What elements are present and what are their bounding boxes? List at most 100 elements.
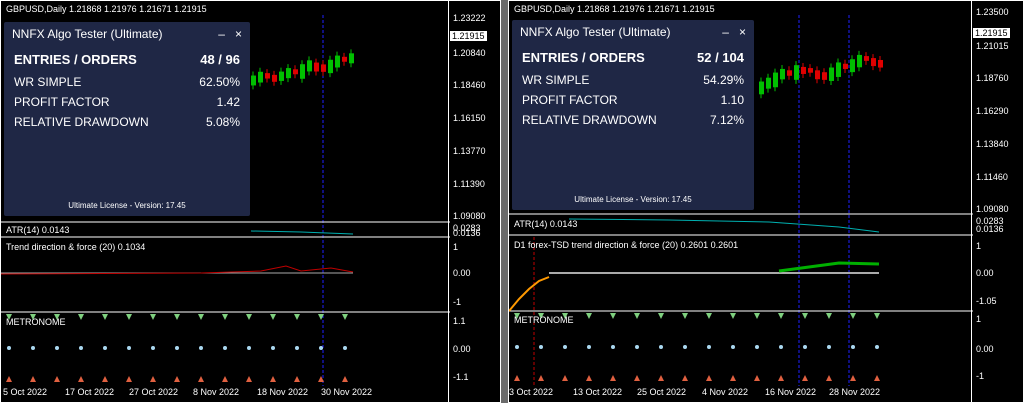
- date-tick: 4 Nov 2022: [702, 387, 749, 397]
- metronome-arrow-up: [198, 376, 204, 382]
- metronome-dot: [343, 346, 347, 350]
- price-tick: 1.09080: [453, 211, 486, 221]
- metronome-dot: [659, 345, 663, 349]
- metronome-dot: [127, 346, 131, 350]
- metronome-dot: [731, 345, 735, 349]
- price-tick: 1.16290: [976, 106, 1009, 116]
- metronome-arrow-down: [342, 314, 348, 320]
- price-tick: 1.18760: [976, 73, 1009, 83]
- candle-body: [335, 55, 340, 68]
- panel-title: NNFX Algo Tester (Ultimate): [12, 27, 163, 41]
- chart-symbol-title: GBPUSD,Daily 1.21868 1.21976 1.21671 1.2…: [6, 4, 207, 14]
- price-tick: 1.23222: [453, 13, 486, 23]
- metronome-dot: [563, 345, 567, 349]
- chart-window-right[interactable]: GBPUSD,Daily 1.21868 1.21976 1.21671 1.2…: [508, 0, 1024, 403]
- metronome-arrow-up: [706, 375, 712, 381]
- price-tick: 1.20840: [453, 48, 486, 58]
- metronome-arrow-down: [102, 314, 108, 320]
- metronome-arrow-up: [682, 375, 688, 381]
- candle-body: [286, 68, 291, 79]
- stat-row-dd: RELATIVE DRAWDOWN 7.12%: [512, 110, 754, 130]
- close-button[interactable]: ×: [235, 27, 242, 41]
- metronome-arrow-up: [802, 375, 808, 381]
- metronome-arrow-up: [610, 375, 616, 381]
- metronome-arrow-up: [126, 376, 132, 382]
- metronome-arrow-down: [730, 313, 736, 319]
- metronome-arrow-down: [126, 314, 132, 320]
- close-button[interactable]: ×: [739, 25, 746, 39]
- stat-label: WR SIMPLE: [522, 73, 590, 87]
- chart-window-left[interactable]: GBPUSD,Daily 1.21868 1.21976 1.21671 1.2…: [0, 0, 501, 403]
- algo-tester-panel[interactable]: NNFX Algo Tester (Ultimate) – × ENTRIES …: [4, 22, 250, 216]
- metronome-arrow-up: [730, 375, 736, 381]
- ind2-tick: 0.00: [976, 268, 994, 278]
- candle-body: [829, 67, 834, 81]
- metronome-dot: [295, 346, 299, 350]
- current-price-badge: 1.21915: [450, 31, 487, 41]
- ind2-tick: 1: [976, 241, 982, 251]
- panel-header[interactable]: NNFX Algo Tester (Ultimate) – ×: [512, 20, 754, 44]
- metronome-arrow-up: [874, 375, 880, 381]
- metronome-tick: -1.1: [453, 372, 469, 382]
- metronome-dot: [803, 345, 807, 349]
- metronome-arrow-down: [658, 313, 664, 319]
- atr-tick: 0.0136: [453, 228, 481, 238]
- metronome-arrow-up: [562, 375, 568, 381]
- date-tick: 25 Oct 2022: [637, 387, 687, 397]
- metronome-dot: [539, 345, 543, 349]
- metronome-arrow-up: [778, 375, 784, 381]
- minimize-button[interactable]: –: [218, 27, 225, 41]
- candle-body: [342, 56, 347, 62]
- stat-value: 7.12%: [709, 113, 744, 127]
- metronome-dot: [683, 345, 687, 349]
- metronome-arrow-down: [150, 314, 156, 320]
- stat-row-entries: ENTRIES / ORDERS 52 / 104: [512, 44, 754, 70]
- metronome-arrow-down: [874, 313, 880, 319]
- stat-label: PROFIT FACTOR: [522, 93, 618, 107]
- metronome-arrow-down: [270, 314, 276, 320]
- algo-tester-panel[interactable]: NNFX Algo Tester (Ultimate) – × ENTRIES …: [512, 20, 754, 210]
- stat-row-wr: WR SIMPLE 54.29%: [512, 70, 754, 90]
- stat-row-pf: PROFIT FACTOR 1.10: [512, 90, 754, 110]
- metronome-dot: [151, 346, 155, 350]
- price-tick: 1.23500: [976, 7, 1009, 17]
- candle-body: [878, 59, 883, 68]
- metronome-dot: [247, 346, 251, 350]
- candle-body: [766, 77, 771, 89]
- metronome-arrow-up: [222, 376, 228, 382]
- date-tick: 27 Oct 2022: [129, 387, 179, 397]
- metronome-tick: 0.00: [976, 344, 994, 354]
- date-tick: 8 Nov 2022: [193, 387, 240, 397]
- minimize-button[interactable]: –: [722, 25, 729, 39]
- metronome-arrow-down: [754, 313, 760, 319]
- candle-body: [349, 53, 354, 64]
- atr-tick: 0.0136: [976, 224, 1004, 234]
- stat-value: 1.42: [216, 95, 240, 109]
- candle-body: [300, 64, 305, 79]
- panel-header[interactable]: NNFX Algo Tester (Ultimate) – ×: [4, 22, 250, 46]
- price-axis: 1.23222 1.21915 1.20840 1.18460 1.16150 …: [448, 1, 500, 402]
- stat-value: 62.50%: [199, 75, 240, 89]
- candle-body: [843, 63, 848, 69]
- metronome-dot: [103, 346, 107, 350]
- panel-title: NNFX Algo Tester (Ultimate): [520, 25, 671, 39]
- stat-label: PROFIT FACTOR: [14, 95, 110, 109]
- metronome-dot: [587, 345, 591, 349]
- current-price-badge: 1.21915: [973, 28, 1010, 38]
- candle-body: [808, 68, 813, 73]
- metronome-arrow-up: [342, 376, 348, 382]
- metronome-arrow-up: [30, 376, 36, 382]
- metronome-arrow-up: [174, 376, 180, 382]
- metronome-dot: [611, 345, 615, 349]
- ind2-tick: 1: [453, 242, 459, 252]
- metronome-arrow-down: [826, 313, 832, 319]
- candle-body: [787, 70, 792, 76]
- candle-body: [251, 75, 256, 86]
- price-tick: 1.21015: [976, 41, 1009, 51]
- metronome-arrow-up: [850, 375, 856, 381]
- metronome-dot: [31, 346, 35, 350]
- stat-label: ENTRIES / ORDERS: [14, 51, 137, 67]
- metronome-arrow-up: [514, 375, 520, 381]
- metronome-arrow-up: [586, 375, 592, 381]
- stat-label: ENTRIES / ORDERS: [522, 49, 645, 65]
